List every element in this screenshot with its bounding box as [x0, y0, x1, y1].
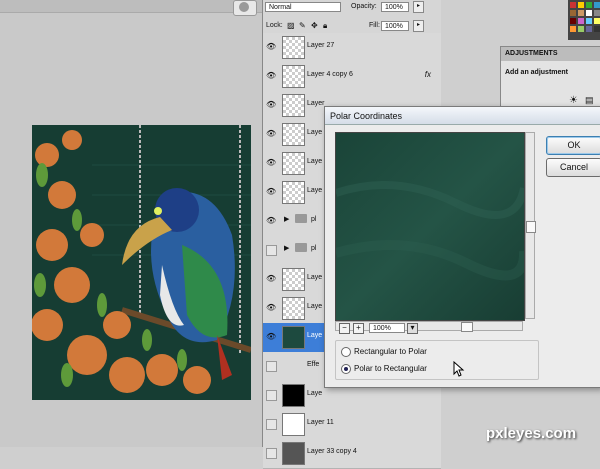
layer-row[interactable]: 👁︎ Layer 4 copy 6 fx	[263, 62, 441, 92]
lock-all-icon[interactable]: 🔒︎	[323, 21, 327, 31]
folder-icon	[295, 214, 307, 223]
layer-thumbnail	[282, 384, 305, 407]
conversion-options: Rectangular to Polar Polar to Rectangula…	[335, 340, 539, 380]
zoom-level-value: 100%	[373, 325, 391, 332]
rect-to-polar-label: Rectangular to Polar	[354, 347, 427, 356]
document-artwork[interactable]	[32, 125, 251, 400]
group-expand-icon[interactable]: ▶	[284, 215, 289, 223]
layer-thumbnail	[282, 413, 305, 436]
opacity-label: Opacity:	[351, 3, 377, 10]
visibility-eye-icon[interactable]: 👁︎	[266, 158, 276, 168]
layer-thumbnail	[282, 442, 305, 465]
visibility-toggle[interactable]	[266, 419, 277, 430]
lock-label: Lock:	[266, 22, 283, 29]
fill-arrow-icon[interactable]: ▸	[413, 20, 424, 32]
layer-name: Layer 11	[307, 419, 334, 426]
layer-row[interactable]: Layer 11	[263, 410, 441, 440]
layer-name: Laye	[307, 129, 323, 136]
folder-icon	[295, 243, 307, 252]
layer-name: Layer 33 copy 4	[307, 448, 357, 455]
vertical-scroll-thumb[interactable]	[526, 221, 536, 233]
horizontal-scroll-thumb[interactable]	[461, 322, 473, 332]
layer-name: Laye	[307, 187, 323, 194]
visibility-eye-icon[interactable]: 👁︎	[266, 100, 276, 110]
fill-label: Fill:	[369, 22, 380, 29]
layer-name: pl	[311, 216, 317, 223]
layer-effects-icon[interactable]: fx	[425, 70, 431, 79]
mouse-cursor-icon	[453, 361, 465, 377]
brightness-icon[interactable]: ☀	[569, 95, 578, 106]
layer-name: Layer 27	[307, 42, 335, 49]
preview-texture	[336, 133, 524, 320]
layer-name: Laye	[307, 274, 323, 281]
lock-transparent-icon[interactable]: ▨	[287, 21, 295, 30]
layer-row[interactable]: 👁︎ Layer 27	[263, 33, 441, 63]
bird-artwork-image	[32, 125, 251, 394]
color-swatches[interactable]	[568, 0, 600, 40]
photoshop-app-icon	[239, 2, 249, 12]
layer-thumbnail	[282, 326, 305, 349]
group-expand-icon[interactable]: ▶	[284, 244, 289, 252]
lock-position-icon[interactable]: ✥	[311, 21, 318, 30]
levels-icon[interactable]: ▤	[585, 95, 594, 106]
visibility-toggle[interactable]	[266, 390, 277, 401]
polar-to-rect-label: Polar to Rectangular	[354, 364, 427, 373]
layer-name: Layer	[307, 100, 325, 107]
blend-mode-select[interactable]: Normal	[265, 2, 341, 12]
opacity-value: 100%	[385, 4, 403, 11]
layer-row[interactable]: Layer 33 copy 4	[263, 439, 441, 469]
layer-name: Layer 4 copy 6	[307, 71, 353, 78]
adjustments-tab[interactable]: ADJUSTMENTS	[501, 47, 600, 61]
rect-to-polar-radio[interactable]	[341, 347, 351, 357]
lock-brush-icon[interactable]: ✎	[299, 21, 306, 30]
swatches-panel[interactable]	[568, 0, 600, 40]
options-bar	[0, 0, 262, 13]
polar-to-rect-radio[interactable]	[341, 364, 351, 374]
dialog-title: Polar Coordinates	[325, 107, 600, 125]
layer-name: Laye	[307, 303, 323, 310]
ok-button[interactable]: OK	[546, 136, 600, 155]
layer-name: Effe	[307, 361, 320, 368]
zoom-out-button[interactable]: −	[339, 323, 350, 334]
fill-value: 100%	[385, 23, 403, 30]
layer-thumbnail	[282, 297, 305, 320]
adjustments-heading: Add an adjustment	[505, 69, 569, 76]
fill-field[interactable]: 100%	[381, 21, 409, 31]
watermark: pxleyes.com	[486, 425, 577, 442]
layer-thumbnail	[282, 123, 305, 146]
visibility-eye-icon[interactable]: 👁︎	[266, 42, 276, 52]
visibility-eye-icon[interactable]: 👁︎	[266, 274, 276, 284]
visibility-toggle[interactable]	[266, 448, 277, 459]
zoom-in-button[interactable]: +	[353, 323, 364, 334]
layer-name: pl	[311, 245, 317, 252]
layer-thumbnail	[282, 36, 305, 59]
visibility-toggle[interactable]	[266, 245, 277, 256]
blend-mode-value: Normal	[269, 4, 292, 11]
zoom-dropdown-chevron-icon[interactable]: ▾	[407, 323, 418, 334]
opacity-arrow-icon[interactable]: ▸	[413, 1, 424, 13]
layer-name: Laye	[307, 158, 323, 165]
visibility-toggle[interactable]	[266, 361, 277, 372]
layer-thumbnail	[282, 152, 305, 175]
opacity-field[interactable]: 100%	[381, 2, 409, 12]
layer-thumbnail	[282, 94, 305, 117]
cancel-button[interactable]: Cancel	[546, 158, 600, 177]
zoom-level-field[interactable]: 100%	[369, 323, 405, 333]
filter-preview[interactable]	[335, 132, 525, 321]
preview-vertical-scrollbar[interactable]	[525, 132, 536, 319]
canvas-workspace[interactable]	[0, 0, 262, 447]
app-menu-button[interactable]	[233, 0, 257, 16]
visibility-eye-icon[interactable]: 👁︎	[266, 187, 276, 197]
layer-thumbnail	[282, 181, 305, 204]
polar-coordinates-dialog: Polar Coordinates − + 100% ▾ OK Cancel R…	[324, 106, 600, 388]
layer-name: Laye	[307, 332, 323, 339]
visibility-eye-icon[interactable]: 👁︎	[266, 216, 276, 226]
layer-thumbnail	[282, 65, 305, 88]
layer-name: Laye	[307, 390, 323, 397]
layer-thumbnail	[282, 268, 305, 291]
visibility-eye-icon[interactable]: 👁︎	[266, 303, 276, 313]
visibility-eye-icon[interactable]: 👁︎	[266, 332, 276, 342]
visibility-eye-icon[interactable]: 👁︎	[266, 129, 276, 139]
visibility-eye-icon[interactable]: 👁︎	[266, 71, 276, 81]
